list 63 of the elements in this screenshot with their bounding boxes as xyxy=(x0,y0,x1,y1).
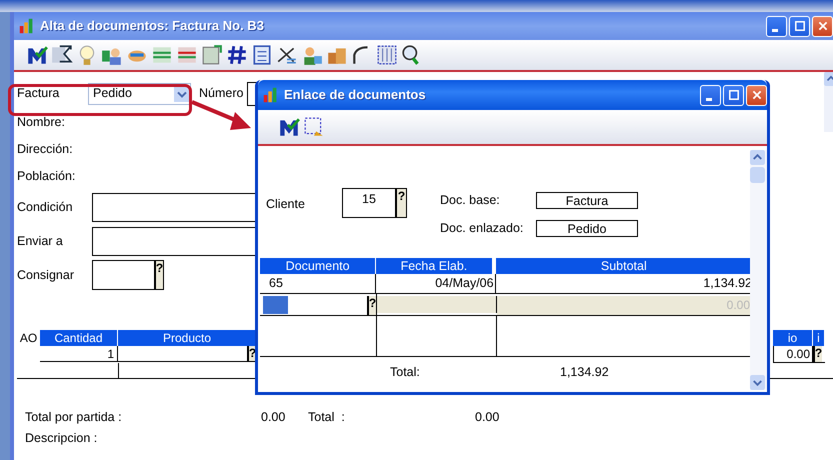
maximize-icon xyxy=(728,89,740,101)
lookup-button[interactable]: ? xyxy=(367,296,376,315)
save-icon[interactable] xyxy=(278,116,300,138)
close-button[interactable] xyxy=(812,16,833,36)
field-label: Nombre: xyxy=(17,114,65,132)
minimize-button[interactable] xyxy=(700,84,721,106)
total-value: 0.00 xyxy=(475,408,500,426)
minimize-icon xyxy=(772,28,778,32)
table-cell: 1 xyxy=(40,346,118,362)
column-header: io xyxy=(773,330,813,346)
table-cell: 65 xyxy=(260,274,376,293)
minimize-icon xyxy=(706,98,712,100)
field-label: Doc. base: xyxy=(440,192,501,209)
readonly-field: Factura xyxy=(536,192,638,209)
grid-icon[interactable] xyxy=(376,44,398,66)
save-icon[interactable] xyxy=(26,44,48,66)
column-header: Cantidad xyxy=(40,330,118,346)
maximize-button[interactable] xyxy=(789,16,810,36)
column-header: Documento xyxy=(260,258,376,274)
maximize-button[interactable] xyxy=(723,84,744,106)
column-header: Subtotal xyxy=(496,258,752,274)
hash-icon[interactable] xyxy=(226,44,248,66)
minimize-button[interactable] xyxy=(766,16,787,36)
table-cell: 04/May/06 xyxy=(376,274,496,293)
field-label: Dirección: xyxy=(17,141,73,158)
maximize-icon xyxy=(794,20,806,32)
close-icon xyxy=(816,20,828,32)
scroll-thumb[interactable] xyxy=(750,167,765,183)
lookup-field[interactable]: 15 ? xyxy=(342,188,407,218)
selection-icon[interactable] xyxy=(303,116,325,138)
lookup-field[interactable]: ? xyxy=(92,260,164,290)
lookup-button[interactable]: ? xyxy=(154,261,163,289)
field-label: Consignar xyxy=(17,266,75,284)
total-value: 1,134.92 xyxy=(560,364,609,381)
selection-marker xyxy=(263,296,288,314)
scroll-down-icon[interactable] xyxy=(750,375,765,390)
window-title: Alta de documentos: Factura No. B3 xyxy=(40,17,264,36)
field-label: Factura xyxy=(17,85,60,102)
total-label: Total : xyxy=(308,408,346,426)
dialog-title: Enlace de documentos xyxy=(284,86,426,104)
close-button[interactable] xyxy=(746,84,767,106)
field-label: Condición xyxy=(17,198,74,216)
column-header: Fecha Elab. xyxy=(376,258,492,274)
column-header: i xyxy=(813,330,825,346)
total-label: Total por partida : xyxy=(25,408,123,426)
field-label: Enviar a xyxy=(17,232,64,250)
scrollbar[interactable] xyxy=(750,150,767,390)
scroll-up-icon[interactable] xyxy=(750,150,765,165)
column-header: Producto xyxy=(118,330,257,346)
table-cell-text: 1,134.92 xyxy=(702,275,753,292)
close-icon xyxy=(750,89,762,101)
readonly-field: Pedido xyxy=(536,220,638,237)
lookup-button[interactable]: ? xyxy=(395,189,406,217)
callout-arrow xyxy=(190,98,252,132)
field-label: Población: xyxy=(17,168,76,186)
field-label: Cliente xyxy=(266,196,306,213)
field-label: Número xyxy=(199,85,244,102)
field-label: Descripcion : xyxy=(24,430,98,447)
field-label: Doc. enlazado: xyxy=(440,220,524,237)
lookup-button[interactable]: ? xyxy=(813,346,822,362)
total-value: 0.00 xyxy=(261,408,286,426)
lookup-field[interactable]: ? xyxy=(260,294,377,315)
total-label: Total: xyxy=(390,364,421,381)
